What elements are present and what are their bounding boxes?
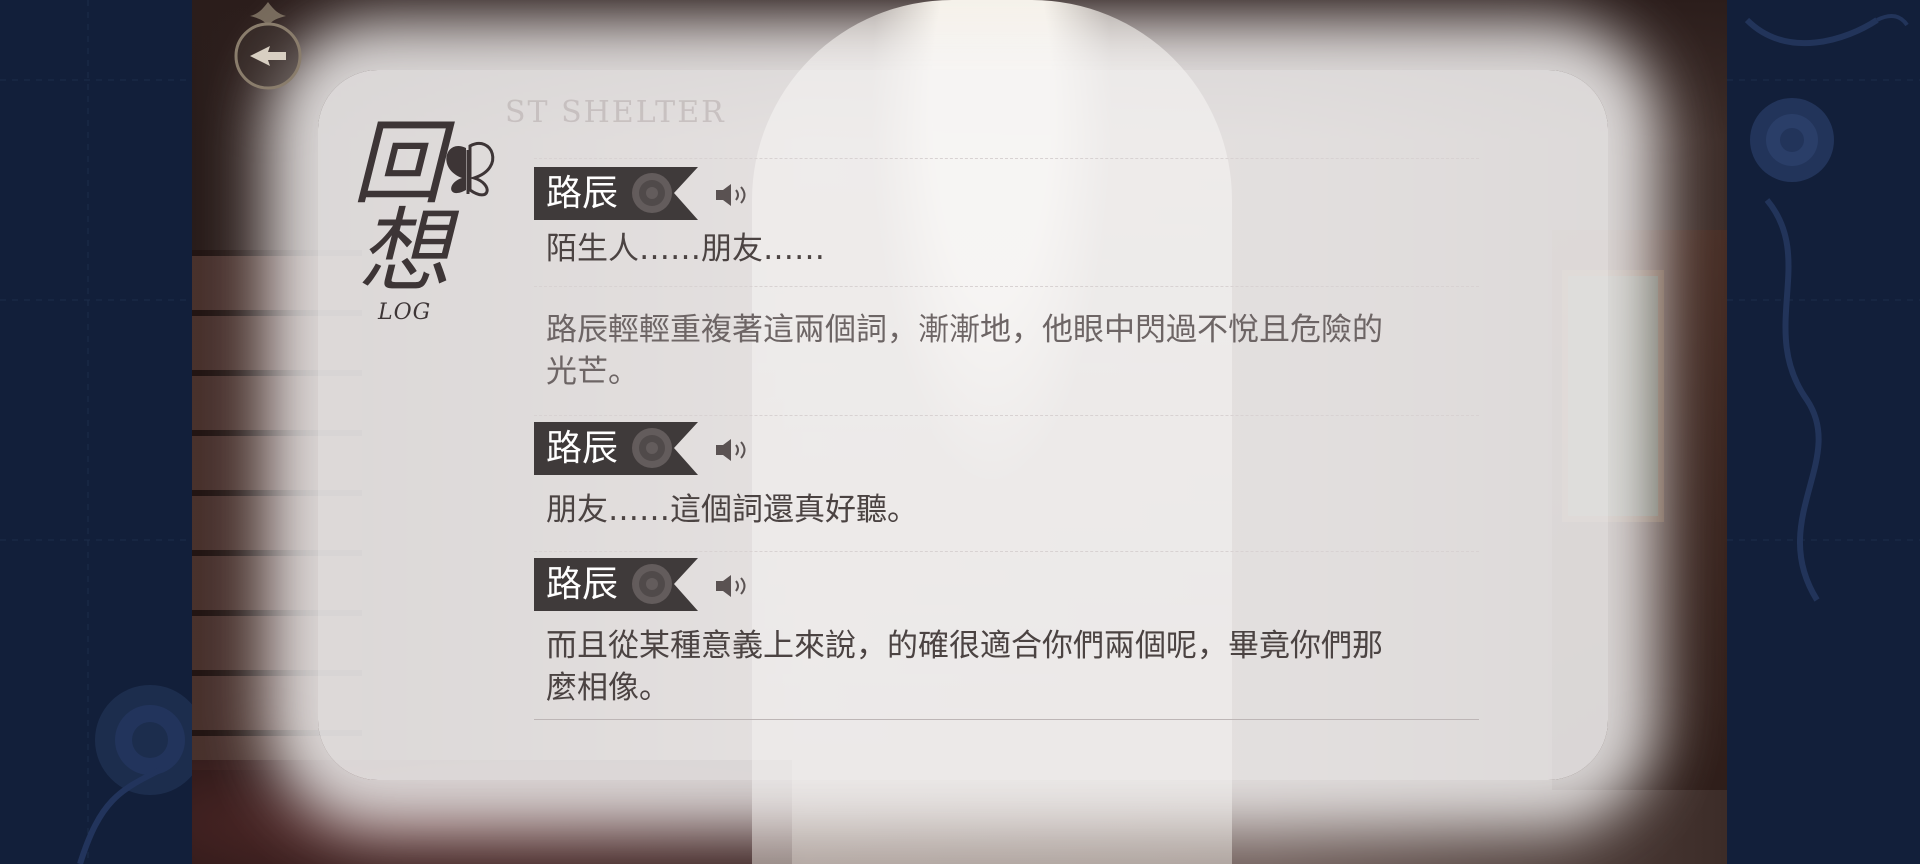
voice-replay-button[interactable]	[714, 437, 754, 463]
list-bottom-divider	[534, 719, 1479, 720]
back-button[interactable]	[220, 0, 316, 92]
log-entry: 路辰 朋友……這個詞還真好聽。	[534, 422, 1479, 531]
dialogue-text-line: 而且從某種意義上來說，的確很適合你們兩個呢，畢竟你們那	[546, 628, 1383, 664]
speaker-icon	[716, 184, 746, 206]
rose-ornament-icon	[0, 0, 192, 864]
speaker-name-tag: 路辰	[534, 167, 698, 220]
log-title-kanji-bottom: 想	[358, 198, 451, 305]
watermark-text: ST SHELTER	[505, 95, 726, 130]
dialogue-text: 朋友……這個詞還真好聽。	[546, 492, 918, 528]
vine-ornament-icon	[1727, 14, 1920, 602]
butterfly-icon	[446, 142, 495, 197]
narration-text-line: 路辰輕輕重複著這兩個詞，漸漸地，他眼中閃過不悅且危險的	[546, 312, 1383, 348]
speaker-name: 路辰	[546, 428, 619, 469]
speaker-name: 路辰	[546, 564, 619, 605]
dialogue-text-line: 麼相像。	[546, 670, 670, 706]
voice-replay-button[interactable]	[714, 182, 754, 208]
log-title: 回 想 LOG	[286, 118, 516, 338]
entry-divider	[534, 158, 1479, 159]
log-title-subtitle: LOG	[378, 300, 432, 325]
speaker-name: 路辰	[546, 173, 619, 214]
log-entry: 路辰輕輕重複著這兩個詞，漸漸地，他眼中閃過不悅且危險的 光芒。	[534, 287, 1479, 415]
entry-divider	[534, 415, 1479, 416]
log-list[interactable]: 路辰 陌生人……朋友…… 路辰輕輕重複著這兩個詞，漸漸地，他眼中閃過不悅且危險的…	[534, 158, 1479, 720]
narration-text-line: 光芒。	[546, 354, 639, 390]
voice-replay-button[interactable]	[714, 573, 754, 599]
log-entry: 路辰 而且從某種意義上來說，的確很適合你們兩個呢，畢竟你們那 麼相像。	[534, 558, 1479, 709]
right-decor-panel	[1727, 0, 1920, 864]
left-decor-panel	[0, 0, 192, 864]
speaker-icon	[716, 439, 746, 461]
speaker-name-tag: 路辰	[534, 558, 698, 611]
entry-divider	[534, 551, 1479, 552]
speaker-icon	[716, 575, 746, 597]
dialogue-text: 陌生人……朋友……	[546, 231, 825, 267]
log-entry: 路辰 陌生人……朋友……	[534, 167, 1479, 270]
log-title-kanji-top: 回	[352, 110, 445, 217]
speaker-name-tag: 路辰	[534, 422, 698, 475]
back-arrow-icon	[234, 2, 302, 90]
